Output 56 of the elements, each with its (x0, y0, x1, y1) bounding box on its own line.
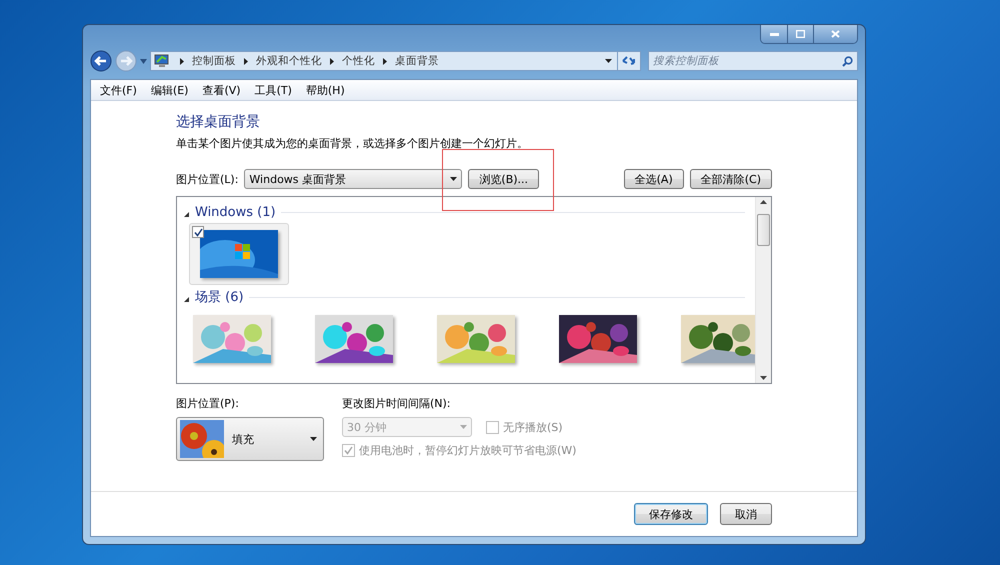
search-box[interactable]: 搜索控制面板 (648, 51, 858, 71)
clear-all-button[interactable]: 全部清除(C) (690, 169, 772, 189)
save-button[interactable]: 保存修改 (634, 503, 708, 525)
menu-item[interactable]: 查看(V) (197, 82, 246, 98)
browse-button[interactable]: 浏览(B)... (468, 169, 540, 189)
scrollbar[interactable] (755, 197, 771, 383)
minimize-button[interactable] (761, 25, 787, 43)
dropdown-arrow-icon (460, 425, 467, 429)
description-text: 单击某个图片使其成为您的桌面背景，或选择多个图片创建一个幻灯片。 (176, 136, 529, 151)
collapse-icon[interactable] (183, 296, 190, 302)
position-dropdown[interactable]: 填充 (176, 417, 324, 461)
menu-item[interactable]: 文件(F) (95, 82, 142, 98)
checkbox[interactable] (192, 226, 204, 238)
scroll-down-icon[interactable] (760, 376, 767, 380)
history-dropdown-icon[interactable] (140, 58, 147, 64)
menu-item[interactable]: 编辑(E) (146, 82, 194, 98)
search-field[interactable]: 搜索控制面板 (653, 55, 842, 67)
breadcrumb[interactable]: 控制面板 (192, 54, 236, 68)
menu-item[interactable]: 工具(T) (250, 82, 297, 98)
dropdown-arrow-icon (310, 437, 317, 441)
scroll-up-icon[interactable] (760, 200, 767, 204)
maximize-icon (796, 30, 805, 38)
interval-label: 更改图片时间间隔(N): (342, 396, 452, 411)
minimize-icon (770, 32, 778, 36)
maximize-button[interactable] (787, 25, 813, 43)
address-bar[interactable]: 控制面板 外观和个性化 个性化 桌面背景 (150, 51, 641, 71)
wallpaper-tile[interactable] (189, 223, 289, 285)
group-title[interactable]: Windows (1) (195, 204, 276, 220)
position-label: 图片位置(P): (176, 396, 240, 411)
position-value: 填充 (232, 432, 255, 446)
back-button[interactable] (90, 50, 112, 72)
menu-item[interactable]: 帮助(H) (300, 82, 350, 98)
breadcrumb[interactable]: 个性化 (342, 54, 375, 68)
chevron-icon[interactable] (180, 58, 184, 64)
monitor-icon (154, 54, 170, 68)
group-title[interactable]: 场景 (6) (195, 288, 244, 306)
battery-label: 使用电池时，暂停幻灯片放映可节省电源(W) (359, 443, 576, 458)
close-button[interactable] (813, 25, 857, 43)
page-heading: 选择桌面背景 (176, 113, 261, 131)
scroll-thumb[interactable] (757, 214, 770, 246)
cancel-button[interactable]: 取消 (720, 503, 772, 525)
refresh-icon[interactable] (620, 54, 638, 68)
collapse-icon[interactable] (183, 210, 190, 218)
dropdown-arrow-icon (450, 177, 458, 181)
location-label: 图片位置(L): (176, 172, 238, 186)
breadcrumb[interactable]: 外观和个性化 (256, 54, 322, 68)
shuffle-label: 无序播放(S) (503, 420, 563, 434)
chevron-icon[interactable] (330, 58, 334, 64)
dropdown-arrow-icon[interactable] (605, 59, 612, 63)
close-icon (831, 30, 840, 38)
search-icon[interactable] (842, 56, 853, 66)
select-all-button[interactable]: 全选(A) (624, 169, 684, 189)
chevron-icon[interactable] (383, 58, 387, 64)
breadcrumb[interactable]: 桌面背景 (395, 54, 439, 68)
location-dropdown[interactable]: Windows 桌面背景 (244, 169, 462, 189)
chevron-icon[interactable] (244, 58, 248, 64)
